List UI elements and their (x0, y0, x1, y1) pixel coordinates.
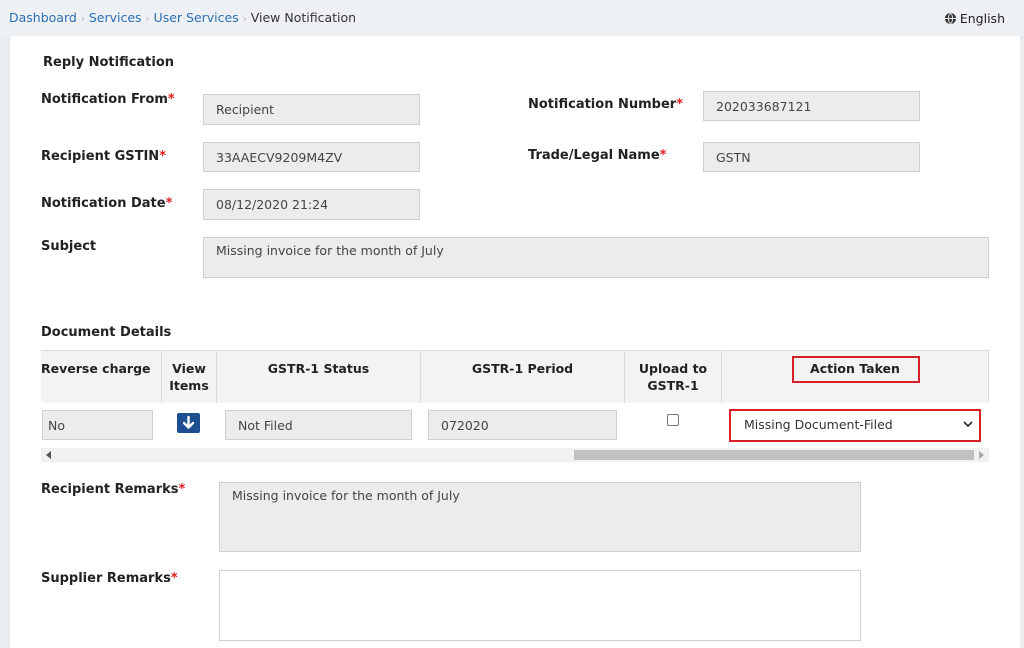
gstr1-period-cell: 072020 (428, 410, 617, 440)
scroll-left-icon[interactable] (46, 451, 51, 459)
breadcrumb-separator: › (80, 14, 85, 25)
recipient-remarks-label: Recipient Remarks* (41, 482, 186, 497)
header-gstr1-period: GSTR-1 Period (421, 351, 625, 403)
top-bar: Dashboard › Services › User Services › View No… (0, 0, 1024, 36)
table-horizontal-scrollbar[interactable] (41, 448, 989, 462)
header-gstr1-status: GSTR-1 Status (217, 351, 421, 403)
header-upload-to-gstr1: Upload to GSTR-1 (625, 351, 722, 403)
document-details-title: Document Details (41, 325, 172, 340)
breadcrumb-dashboard[interactable]: Dashboard (9, 10, 77, 25)
globe-icon (944, 13, 956, 24)
notification-from-label: Notification From* (41, 92, 175, 107)
document-details-table: Reverse charge View Items GSTR-1 Status G… (41, 350, 989, 442)
breadcrumb-services[interactable]: Services (89, 10, 142, 25)
action-taken-select[interactable]: Missing Document-Filed (729, 409, 981, 442)
trade-legal-name-field: GSTN (703, 142, 920, 172)
scroll-right-icon[interactable] (979, 451, 984, 459)
view-items-button[interactable] (177, 413, 200, 433)
notification-number-field: 202033687121 (703, 91, 920, 121)
scrollbar-thumb[interactable] (574, 450, 974, 460)
action-taken-highlight (792, 356, 920, 383)
supplier-remarks-input[interactable] (219, 570, 861, 641)
breadcrumb-current: View Notification (250, 10, 357, 25)
gstr1-status-cell: Not Filed (225, 410, 412, 440)
chevron-down-icon (963, 421, 973, 428)
notification-date-label: Notification Date* (41, 196, 173, 211)
subject-label: Subject (41, 239, 97, 254)
breadcrumb-user-services[interactable]: User Services (154, 10, 239, 25)
breadcrumb: Dashboard › Services › User Services › View No… (9, 10, 356, 25)
header-view-items: View Items (162, 351, 217, 403)
notification-from-field: Recipient (203, 94, 420, 125)
section-title: Reply Notification (43, 55, 175, 70)
upload-to-gstr1-checkbox[interactable] (667, 414, 679, 426)
header-reverse-charge: Reverse charge (41, 351, 162, 403)
subject-field: Missing invoice for the month of July (203, 237, 989, 278)
notification-number-label: Notification Number* (528, 97, 684, 112)
action-taken-value: Missing Document-Filed (744, 417, 893, 432)
breadcrumb-separator: › (145, 14, 150, 25)
supplier-remarks-label: Supplier Remarks* (41, 571, 178, 586)
reverse-charge-cell: No (42, 410, 153, 440)
recipient-remarks-field: Missing invoice for the month of July (219, 482, 861, 552)
recipient-gstin-field: 33AAECV9209M4ZV (203, 142, 420, 172)
trade-legal-name-label: Trade/Legal Name* (528, 148, 667, 163)
arrow-down-icon (182, 415, 195, 429)
language-selector[interactable]: English (944, 11, 1005, 26)
reply-notification-panel: Reply Notification Notification From* Re… (10, 36, 1020, 648)
breadcrumb-separator: › (242, 14, 247, 25)
language-label: English (959, 11, 1005, 26)
recipient-gstin-label: Recipient GSTIN* (41, 149, 166, 164)
notification-date-field: 08/12/2020 21:24 (203, 189, 420, 220)
